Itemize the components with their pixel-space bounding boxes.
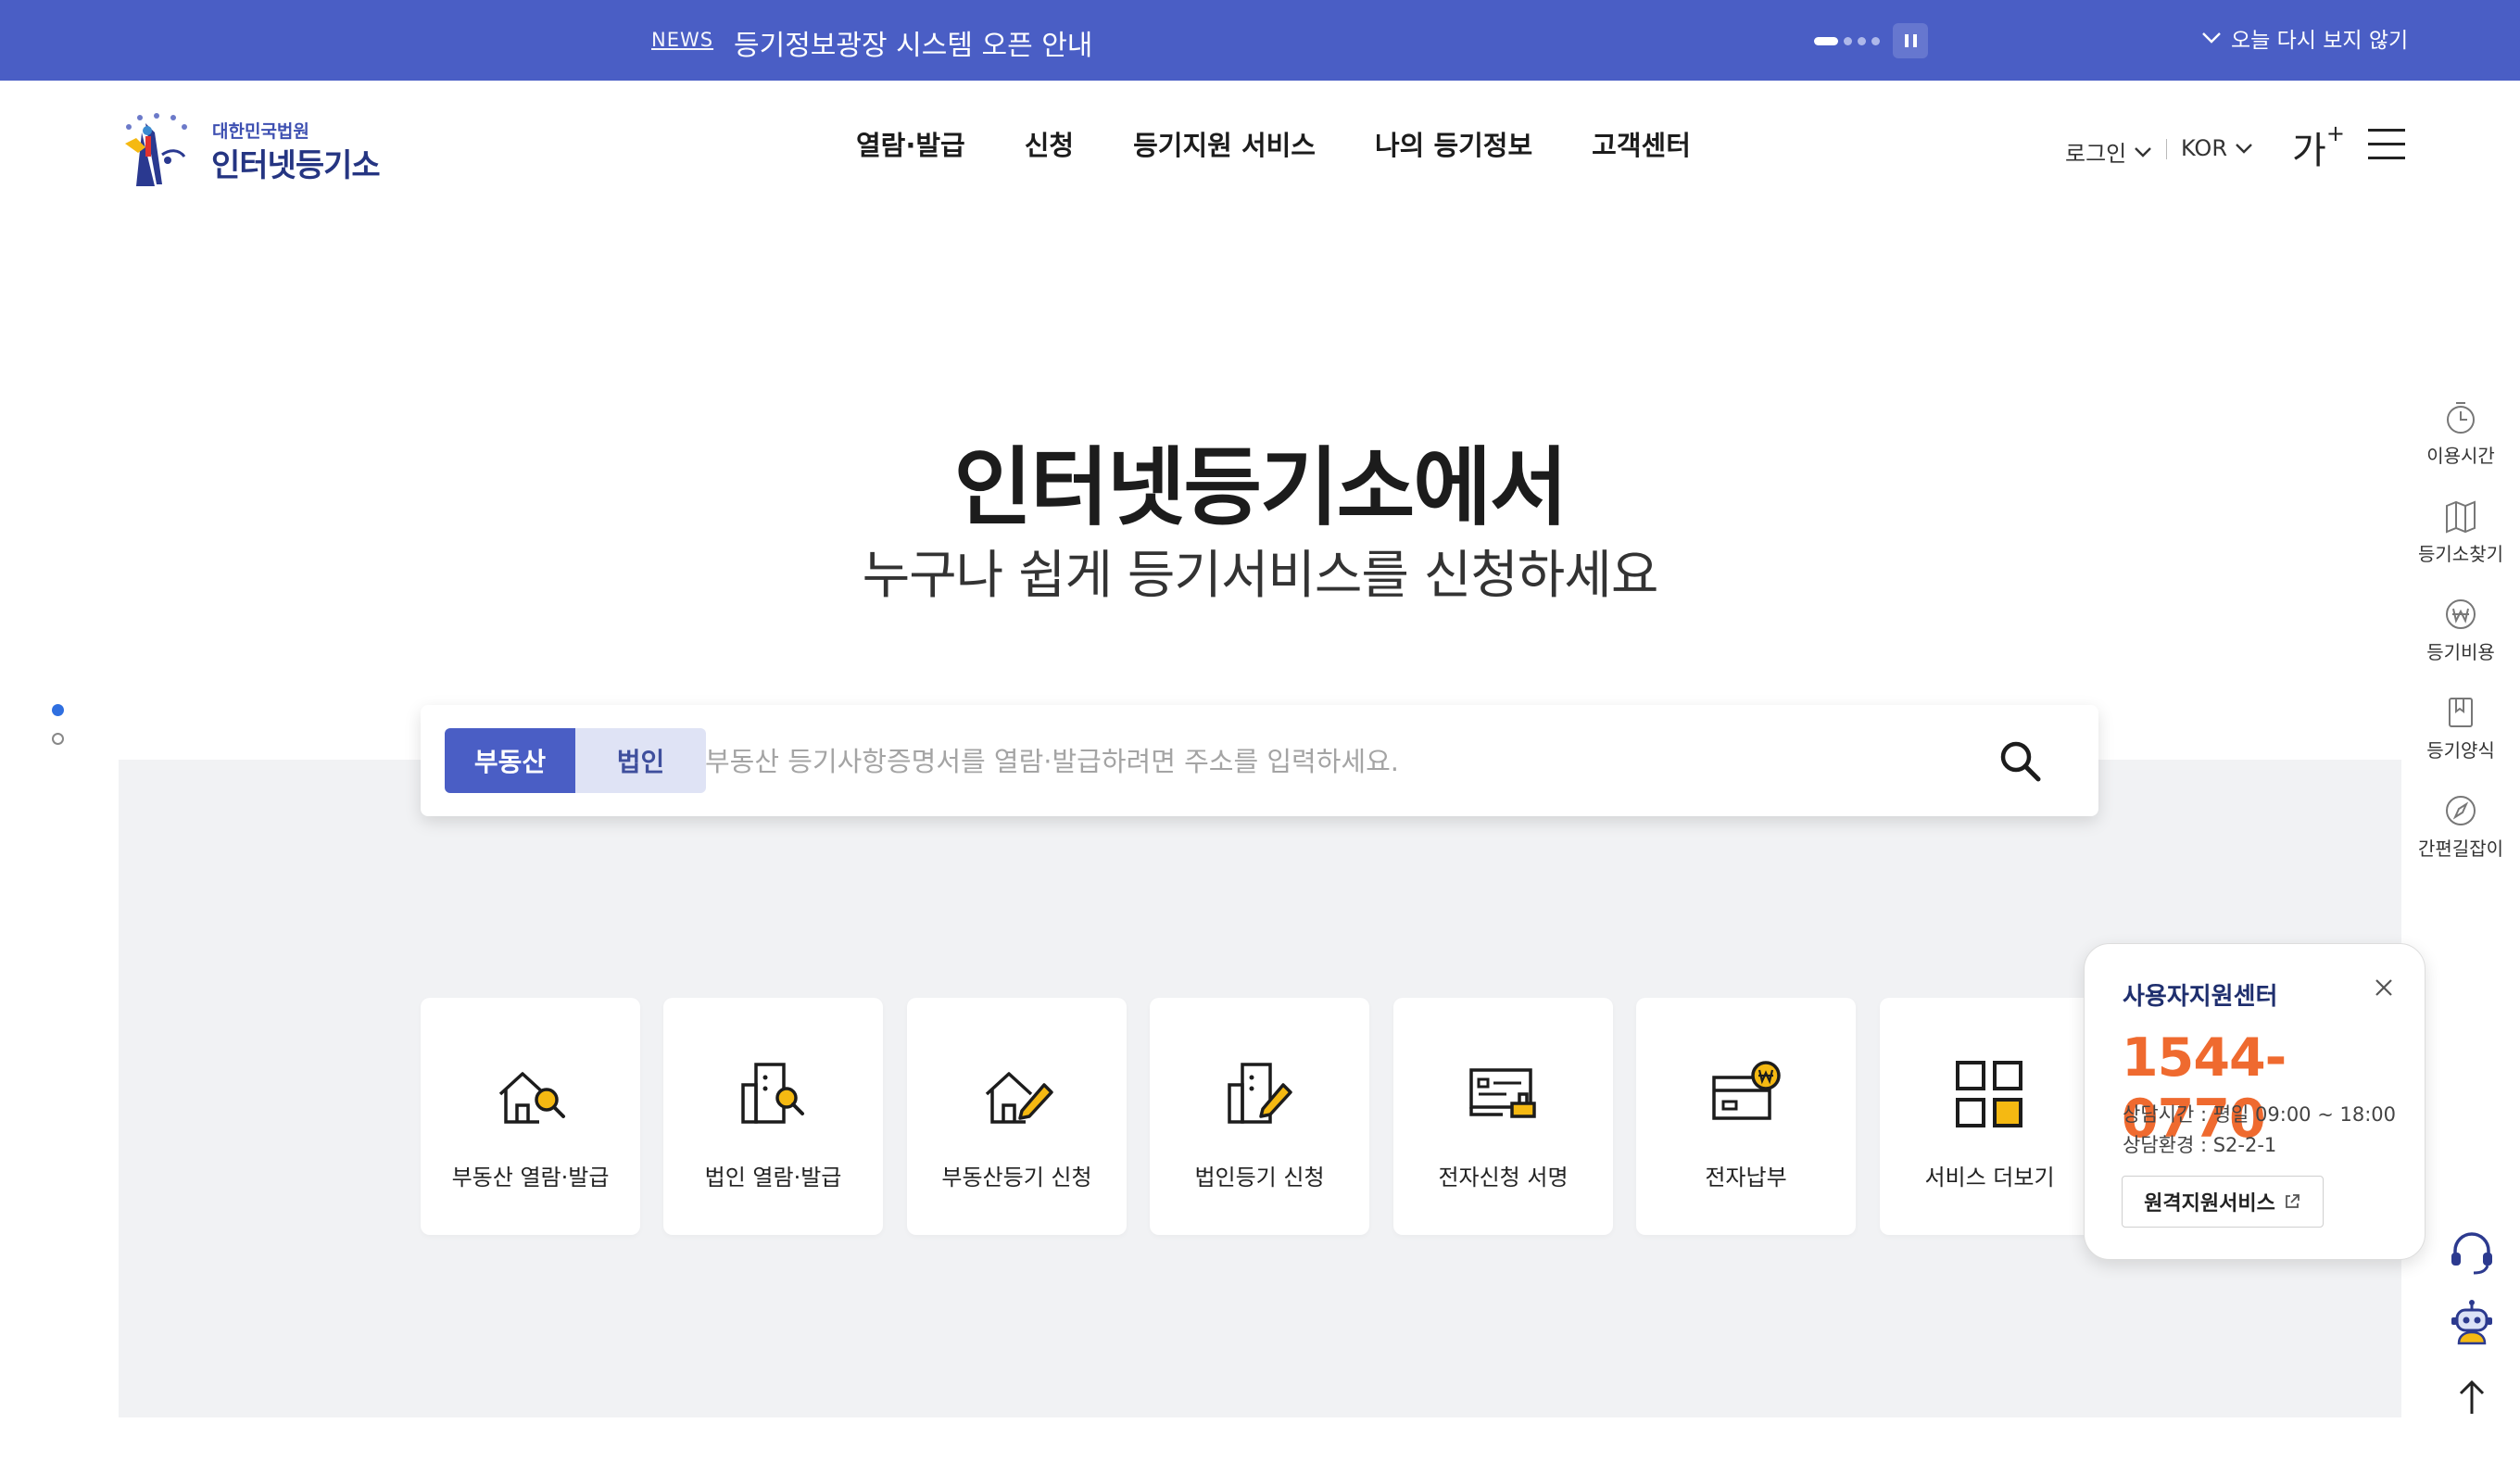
service-card-e-sign[interactable]: 전자신청 서명 [1393, 998, 1613, 1235]
quick-menu-label: 등기비용 [2426, 641, 2495, 663]
house-pencil-icon [985, 1072, 1053, 1124]
quick-menu-label: 이용시간 [2426, 445, 2495, 467]
external-link-icon [2285, 1194, 2300, 1208]
service-card-corporate-apply[interactable]: 법인등기 신청 [1150, 998, 1369, 1235]
nav-customer-center[interactable]: 고객센터 [1592, 124, 1691, 163]
service-card-corporate-view[interactable]: 법인 열람·발급 [663, 998, 883, 1235]
compass-icon [2446, 796, 2476, 825]
clock-icon [2447, 402, 2475, 434]
hero-title: 인터넷등기소에서 [953, 438, 1568, 537]
service-label: 전자신청 서명 [1438, 1165, 1569, 1190]
service-label: 법인등기 신청 [1194, 1165, 1325, 1190]
chevron-down-icon [2236, 144, 2252, 154]
won-coin-icon [2446, 599, 2476, 629]
search-icon[interactable] [1996, 737, 2046, 787]
quick-menu-label: 간편길잡이 [2418, 838, 2503, 860]
menu-icon[interactable] [2368, 129, 2405, 170]
quick-menu-label: 등기양식 [2426, 739, 2495, 762]
font-size-glyph: 가 [2292, 130, 2326, 172]
service-card-e-payment[interactable]: 전자납부 [1636, 998, 1856, 1235]
hero-subtitle: 누구나 쉽게 등기서비스를 신청하세요 [862, 546, 1659, 606]
pause-icon [1904, 34, 1909, 47]
tab-corporation[interactable]: 법인 [575, 728, 706, 793]
slide-dot-active[interactable] [52, 704, 64, 716]
news-page-active[interactable] [1814, 36, 1838, 45]
slide-dot[interactable] [52, 733, 64, 745]
news-pagination[interactable] [1814, 36, 1880, 45]
news-pause-button[interactable] [1893, 23, 1928, 58]
quick-menu-forms[interactable]: 등기양식 [2418, 695, 2503, 762]
language-dropdown[interactable]: KOR [2181, 135, 2253, 161]
language-label: KOR [2181, 135, 2227, 161]
nav-view-issue[interactable]: 열람·발급 [856, 124, 965, 163]
service-label: 전자납부 [1705, 1165, 1787, 1190]
close-icon[interactable] [2372, 976, 2396, 1000]
court-logo-icon [125, 113, 187, 186]
hero-slide-pagination [52, 704, 64, 762]
news-headline-link[interactable]: 등기정보광장 시스템 오픈 안내 [734, 22, 1092, 63]
font-size-button[interactable]: 가+ [2292, 120, 2345, 174]
service-label: 서비스 더보기 [1924, 1165, 2055, 1190]
nav-apply[interactable]: 신청 [1025, 124, 1074, 163]
dont-show-today-label: 오늘 다시 보지 않기 [2231, 29, 2409, 53]
search-box: 부동산 법인 [421, 705, 2098, 816]
check-icon [2202, 32, 2221, 44]
scroll-to-top-icon[interactable] [2446, 1371, 2498, 1423]
chevron-down-icon [2135, 146, 2152, 157]
news-bar: NEWS 등기정보광장 시스템 오픈 안내 오늘 다시 보지 않기 [0, 0, 2520, 81]
dont-show-today-button[interactable]: 오늘 다시 보지 않기 [2201, 22, 2408, 54]
nav-my-registry[interactable]: 나의 등기정보 [1375, 124, 1532, 163]
support-hours: 상담시간 : 평일 09:00 ~ 18:00 [2123, 1103, 2397, 1126]
support-center-popup: 사용자지원센터 1544-0770 상담시간 : 평일 09:00 ~ 18:0… [2084, 943, 2426, 1260]
nav-registry-support[interactable]: 등기지원 서비스 [1133, 124, 1316, 163]
support-title: 사용자지원센터 [2123, 983, 2278, 1011]
service-label: 부동산 열람·발급 [451, 1165, 610, 1190]
news-page-dot[interactable] [1858, 36, 1866, 45]
news-label: NEWS [651, 29, 714, 51]
service-label: 부동산등기 신청 [941, 1165, 1092, 1190]
e-payment-icon [1712, 1061, 1781, 1120]
logo-title: 인터넷등기소 [211, 147, 381, 184]
tab-real-estate[interactable]: 부동산 [445, 728, 575, 793]
login-dropdown[interactable]: 로그인 [2065, 135, 2152, 168]
quick-menu-find-office[interactable]: 등기소찾기 [2418, 498, 2503, 566]
service-card-more[interactable]: 서비스 더보기 [1880, 998, 2099, 1235]
headset-icon[interactable] [2446, 1227, 2498, 1278]
search-tabs: 부동산 법인 [445, 728, 706, 793]
map-icon [2446, 500, 2476, 534]
support-environment: 상담환경 : S2-2-1 [2123, 1134, 2277, 1156]
house-search-icon [498, 1072, 565, 1124]
news-page-dot[interactable] [1844, 36, 1852, 45]
address-search-input[interactable] [703, 730, 1846, 793]
grid-more-icon [1956, 1061, 2022, 1127]
service-card-real-estate-view[interactable]: 부동산 열람·발급 [421, 998, 640, 1235]
service-card-real-estate-apply[interactable]: 부동산등기 신청 [907, 998, 1127, 1235]
building-pencil-icon [1228, 1063, 1292, 1124]
quick-menu-hours[interactable]: 이용시간 [2418, 400, 2503, 468]
main-navigation: 열람·발급 신청 등기지원 서비스 나의 등기정보 고객센터 [856, 124, 1691, 163]
quick-menu-guide[interactable]: 간편길잡이 [2418, 793, 2503, 861]
news-page-dot[interactable] [1871, 36, 1880, 45]
font-size-plus: + [2325, 120, 2345, 146]
remote-support-button[interactable]: 원격지원서비스 [2122, 1176, 2324, 1228]
logo-subtitle: 대한민국법원 [212, 121, 309, 142]
quick-menu-label: 등기소찾기 [2418, 543, 2503, 565]
service-label: 법인 열람·발급 [704, 1165, 842, 1190]
site-logo[interactable]: 대한민국법원 인터넷등기소 [118, 105, 396, 188]
quick-menu-fees[interactable]: 등기비용 [2418, 597, 2503, 664]
e-sign-icon [1469, 1068, 1536, 1118]
document-icon [2449, 698, 2473, 727]
login-label: 로그인 [2065, 141, 2127, 167]
building-search-icon [741, 1063, 804, 1124]
divider [2166, 139, 2167, 159]
chatbot-icon[interactable] [2446, 1297, 2498, 1349]
remote-support-label: 원격지원서비스 [2144, 1192, 2275, 1215]
